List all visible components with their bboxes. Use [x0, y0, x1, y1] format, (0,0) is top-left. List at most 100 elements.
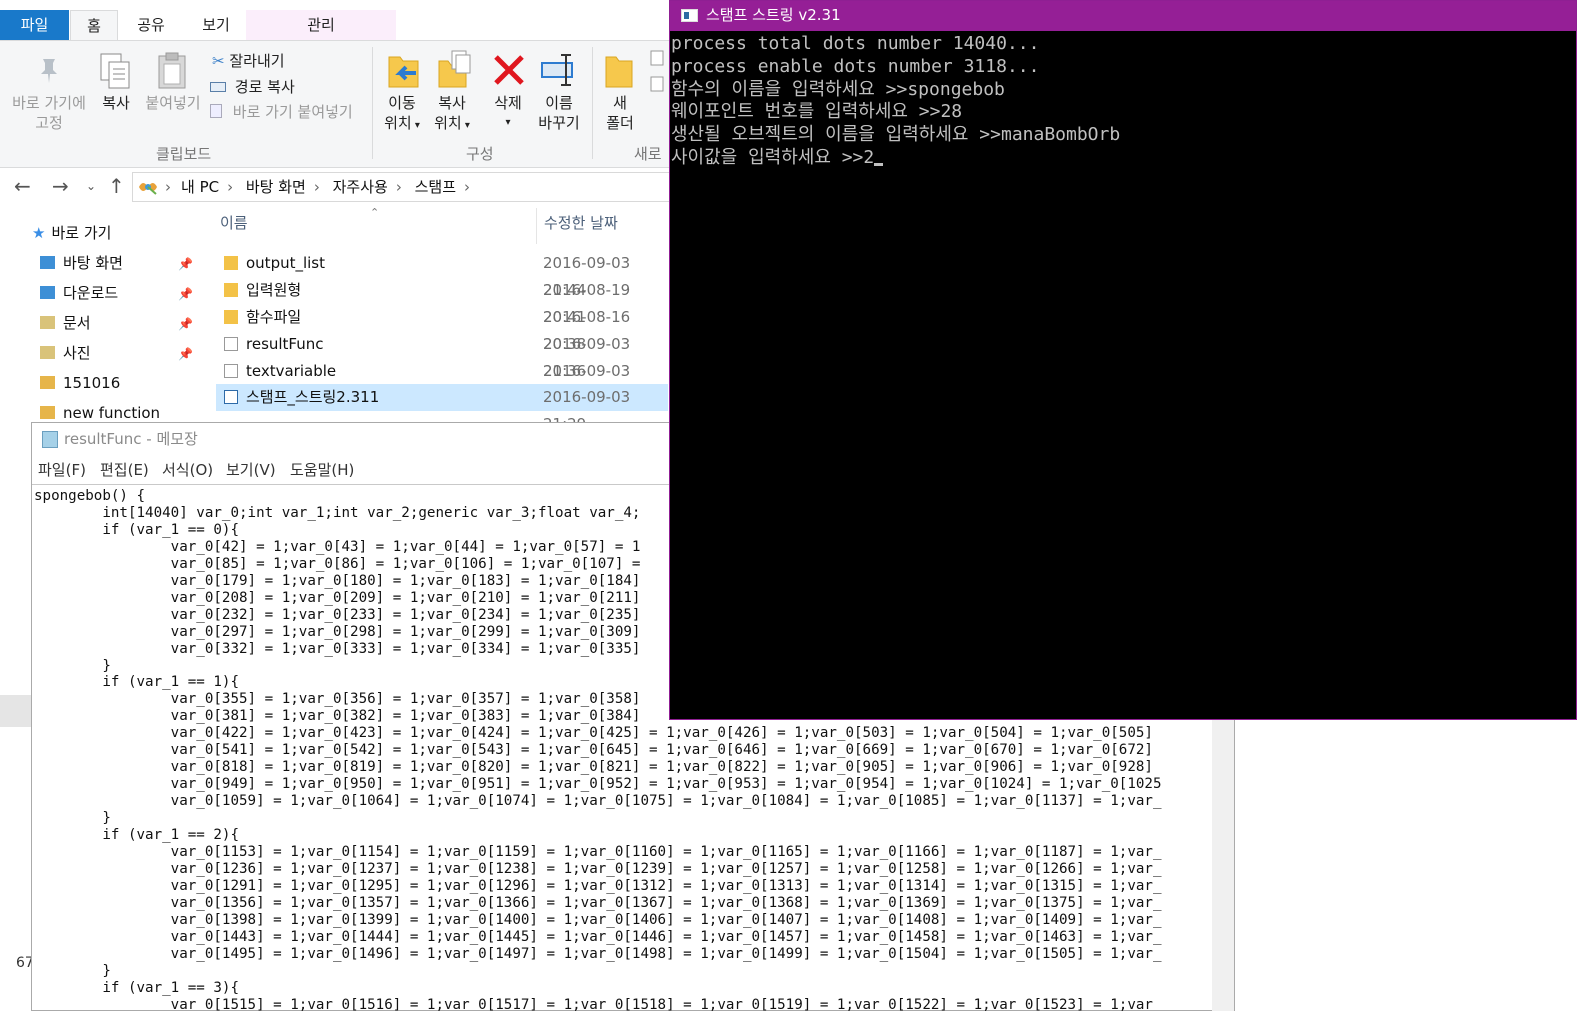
nav-item-pictures[interactable]: 사진 — [40, 338, 91, 368]
up-arrow-icon[interactable]: ↑ — [108, 174, 125, 198]
sort-ascending-icon: ⌃ — [370, 206, 380, 219]
folder-icon — [224, 256, 238, 270]
console-output[interactable]: process total dots number 14040... proce… — [670, 33, 1576, 719]
text-file-icon — [224, 337, 238, 351]
copy-icon — [100, 53, 130, 89]
file-row[interactable]: resultFunc 2016-09-03 21:36 — [216, 331, 668, 380]
ribbon-tabs: 파일 홈 공유 보기 관리 — [0, 0, 670, 40]
group-separator — [592, 47, 593, 159]
nav-quick-access[interactable]: ★ 바로 가기 — [32, 218, 111, 248]
cut-button[interactable]: ✂ 잘라내기 — [212, 51, 285, 71]
nav-item-desktop[interactable]: 바탕 화면 — [40, 248, 123, 278]
tab-share[interactable]: 공유 — [125, 10, 177, 40]
console-title-bar[interactable]: 스탬프 스트링 v2.31 — [670, 1, 1576, 31]
address-row: ← → ⌄ ↑ › 내 PC › 바탕 화면 › 자주사용 › 스탬프 › — [0, 170, 672, 204]
console-line: 웨이포인트 번호를 입력하세요 >>28 — [671, 101, 963, 123]
breadcrumb-item[interactable]: 바탕 화면 — [246, 178, 306, 196]
file-name: resultFunc — [246, 335, 324, 353]
column-header-modified[interactable]: 수정한 날짜 — [544, 212, 618, 233]
delete-icon — [494, 55, 524, 85]
file-name: 스탬프_스트링2.311 — [246, 388, 380, 406]
pin-icon — [41, 59, 57, 83]
console-title: 스탬프 스트링 v2.31 — [706, 6, 841, 24]
pinned-icon: 📌 — [178, 317, 193, 331]
new-item-icon — [650, 50, 664, 92]
copy-to-icon — [438, 50, 471, 88]
file-name: 함수파일 — [246, 308, 302, 326]
file-row[interactable]: 함수파일 2016-08-16 20:38 — [216, 304, 668, 353]
column-divider — [536, 208, 537, 244]
move-to-icon — [388, 56, 419, 88]
pinned-icon: 📌 — [178, 347, 193, 361]
console-window: 스탬프 스트링 v2.31 process total dots number … — [669, 0, 1577, 720]
nav-item-downloads[interactable]: 다운로드 — [40, 278, 118, 308]
tab-file[interactable]: 파일 — [0, 10, 69, 40]
text-file-icon — [224, 364, 238, 378]
menu-file[interactable]: 파일(F) — [38, 456, 86, 484]
pinned-icon: 📌 — [178, 257, 193, 271]
console-input-line[interactable]: 사이값을 입력하세요 >>2 — [671, 147, 1576, 170]
copy-path-icon — [210, 82, 226, 92]
paste-icon — [158, 52, 186, 89]
tab-manage[interactable]: 관리 — [246, 10, 396, 40]
breadcrumb-item[interactable]: 자주사용 — [333, 178, 388, 196]
file-name: 입력원형 — [246, 281, 302, 299]
file-list: ⌃ 이름 수정한 날짜 output_list 2016-09-03 21:44… — [200, 206, 670, 433]
menu-help[interactable]: 도움말(H) — [290, 456, 354, 484]
nav-item-documents[interactable]: 문서 — [40, 308, 91, 338]
file-name: output_list — [246, 254, 326, 272]
recent-dropdown-icon[interactable]: ⌄ — [86, 179, 96, 193]
scissors-icon: ✂ — [212, 52, 225, 70]
console-app-icon — [681, 9, 698, 22]
copy-to-button[interactable]: 복사 위치 ▾ — [430, 93, 474, 136]
folder-icon — [40, 406, 55, 419]
paste-button[interactable]: 붙여넣기 — [140, 93, 206, 113]
breadcrumb-item[interactable]: 스탬프 — [415, 178, 456, 196]
rename-button[interactable]: 이름 바꾸기 — [532, 93, 586, 133]
group-label-new: 새로 — [634, 145, 662, 163]
new-folder-button[interactable]: 새 폴더 — [600, 93, 640, 133]
paste-shortcut-icon — [210, 104, 222, 118]
group-separator — [372, 47, 373, 159]
column-header-name[interactable]: 이름 — [220, 212, 248, 233]
nav-item-folder[interactable]: 151016 — [40, 368, 120, 398]
move-to-button[interactable]: 이동 위치 ▾ — [380, 93, 424, 136]
file-row-selected[interactable]: 스탬프_스트링2.311 2016-09-03 21:29 — [216, 384, 668, 433]
pictures-folder-icon — [40, 346, 55, 359]
navigation-pane: ★ 바로 가기 바탕 화면 📌 다운로드 📌 문서 📌 사진 📌 151016 n… — [0, 212, 198, 427]
tab-home[interactable]: 홈 — [70, 10, 118, 40]
file-name: textvariable — [246, 362, 337, 380]
delete-button[interactable]: 삭제 ▾ — [490, 93, 526, 133]
pinned-icon: 📌 — [178, 287, 193, 301]
console-prompt: 사이값을 입력하세요 >>2 — [671, 146, 875, 168]
application-icon — [224, 390, 238, 404]
pin-quick-access-button[interactable]: 바로 가기에 고정 — [6, 93, 92, 133]
copy-button[interactable]: 복사 — [96, 93, 136, 113]
star-icon: ★ — [32, 224, 46, 242]
desktop-location-icon — [139, 183, 157, 195]
group-label-clipboard: 클립보드 — [156, 145, 212, 163]
desktop-folder-icon — [40, 256, 55, 269]
console-line: process total dots number 14040... — [671, 33, 1040, 54]
copy-path-button[interactable]: 경로 복사 — [210, 77, 295, 97]
notepad-title: resultFunc - 메모장 — [64, 430, 198, 448]
background-strip — [0, 695, 31, 727]
documents-folder-icon — [40, 316, 55, 329]
tab-view[interactable]: 보기 — [190, 10, 242, 40]
file-row[interactable]: textvariable 2016-09-03 21:35 — [216, 358, 668, 407]
new-folder-icon — [605, 56, 633, 88]
menu-edit[interactable]: 편집(E) — [100, 456, 149, 484]
menu-view[interactable]: 보기(V) — [226, 456, 276, 484]
breadcrumb[interactable]: › 내 PC › 바탕 화면 › 자주사용 › 스탬프 › — [132, 172, 672, 202]
breadcrumb-item[interactable]: 내 PC — [181, 178, 219, 196]
group-label-organize: 구성 — [466, 145, 494, 163]
file-row[interactable]: 입력원형 2016-08-19 20:41 — [216, 277, 668, 326]
back-arrow-icon[interactable]: ← — [14, 174, 31, 198]
folder-icon — [224, 310, 238, 324]
menu-format[interactable]: 서식(O) — [162, 456, 213, 484]
downloads-folder-icon — [40, 286, 55, 299]
console-line: 함수의 이름을 입력하세요 >>spongebob — [671, 78, 1005, 100]
paste-shortcut-button[interactable]: 바로 가기 붙여넣기 — [210, 102, 353, 122]
file-row[interactable]: output_list 2016-09-03 21:44 — [216, 250, 668, 299]
forward-arrow-icon[interactable]: → — [52, 174, 69, 198]
